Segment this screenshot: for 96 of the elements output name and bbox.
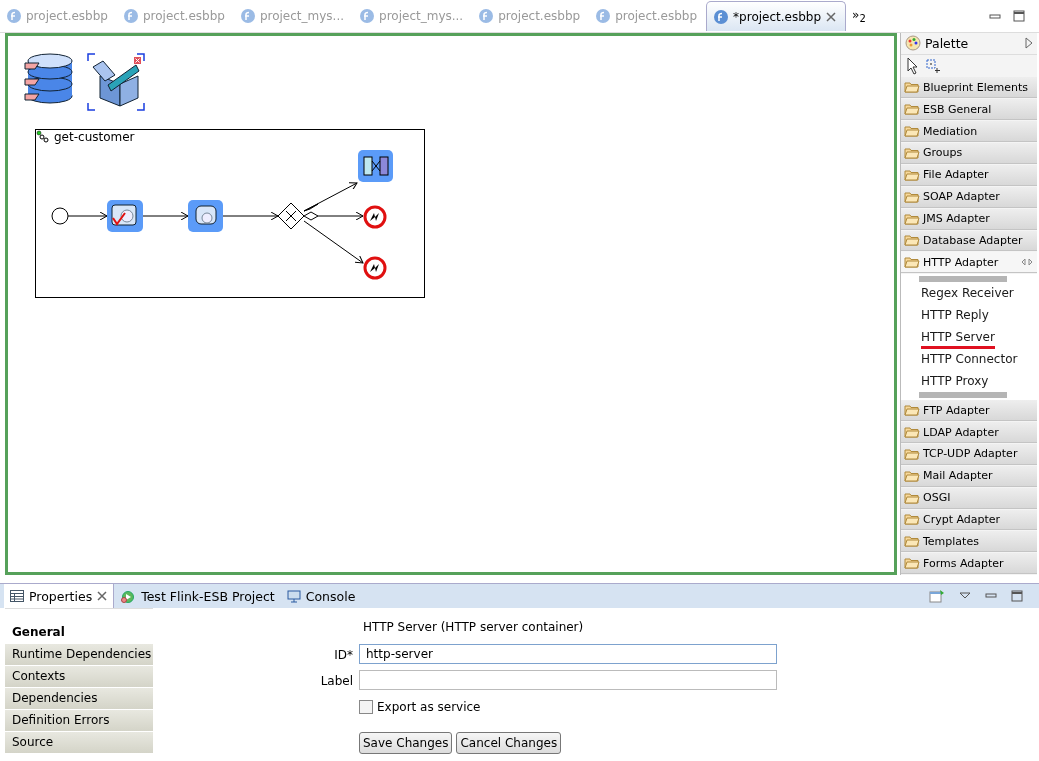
palette-drawer[interactable]: SOAP Adapter [901, 186, 1037, 208]
pin-icon[interactable] [1021, 258, 1033, 267]
property-tab[interactable]: Runtime Dependencies [5, 644, 153, 665]
checkbox-label: Export as service [377, 700, 481, 714]
folder-icon [904, 557, 920, 570]
field-label: Label [319, 673, 353, 690]
editor-tab[interactable]: *project.esbbp [706, 1, 847, 31]
flow-arrow [222, 211, 279, 221]
maximize-icon[interactable] [1011, 590, 1023, 602]
input-field[interactable] [359, 670, 777, 690]
folder-icon [904, 469, 920, 482]
transformer-node [358, 150, 393, 182]
palette-drawer[interactable]: Mail Adapter [901, 465, 1037, 487]
file-icon [714, 9, 729, 24]
delete-marker-icon [134, 57, 141, 64]
start-event [51, 207, 69, 225]
property-tab[interactable]: Definition Errors [5, 710, 153, 731]
folder-icon [904, 491, 920, 504]
file-icon [479, 9, 494, 23]
section-title: HTTP Server (HTTP server container) [362, 619, 585, 636]
palette-drawer[interactable]: Database Adapter [901, 230, 1037, 252]
selection-handles [87, 53, 145, 111]
palette-drawer[interactable]: File Adapter [901, 164, 1037, 186]
folder-icon [904, 212, 920, 225]
folder-icon [904, 81, 920, 94]
database-query-node [188, 200, 223, 232]
table-icon [10, 590, 24, 602]
file-icon [360, 9, 375, 23]
palette-title: Palette [925, 35, 969, 51]
folder-icon [904, 147, 920, 159]
new-window-icon[interactable] [929, 589, 945, 603]
palette-item[interactable]: HTTP Reply [921, 306, 989, 325]
minimize-icon[interactable] [985, 592, 997, 600]
folder-icon [904, 513, 920, 526]
flow-arrow [142, 211, 189, 221]
view-tab[interactable]: Test Flink-ESB Project [114, 584, 281, 608]
action-button[interactable]: Cancel Changes [456, 732, 562, 754]
folder-icon [904, 103, 920, 116]
palette-drawer[interactable]: JMS Adapter [901, 208, 1037, 230]
palette-item[interactable]: Regex Receiver [921, 284, 1014, 303]
gateway-diamond [277, 202, 305, 230]
file-icon [240, 9, 255, 23]
property-tab[interactable]: Dependencies [5, 688, 153, 709]
error-end-icon [363, 256, 387, 280]
view-tab[interactable]: Properties [4, 584, 115, 608]
route-icon [36, 130, 49, 143]
palette-drawer[interactable]: ESB General [901, 99, 1037, 121]
palette-drawer[interactable]: Forms Adapter [901, 553, 1037, 575]
folder-icon [904, 168, 920, 181]
palette-item[interactable]: HTTP Proxy [921, 372, 989, 391]
palette-drawer[interactable]: Blueprint Elements [901, 77, 1037, 99]
close-icon[interactable] [97, 591, 108, 601]
file-icon [7, 9, 21, 23]
group-title: get-customer [54, 130, 135, 144]
field-label: ID* [333, 647, 353, 664]
folder-icon [904, 535, 920, 548]
folder-icon [904, 447, 920, 460]
error-end-icon [363, 205, 387, 229]
close-icon[interactable] [826, 11, 837, 22]
palette-drawer[interactable]: LDAP Adapter [901, 422, 1037, 443]
folder-icon [904, 125, 920, 138]
database-icon [24, 53, 73, 104]
palette-drawer[interactable]: Mediation [901, 121, 1037, 143]
folder-icon [904, 426, 920, 438]
action-button[interactable]: Save Changes [359, 732, 453, 754]
collapse-triangle-icon[interactable] [1025, 37, 1033, 50]
palette-drawer[interactable]: TCP-UDP Adapter [901, 443, 1037, 465]
folder-icon [904, 190, 920, 203]
open-box-icon [92, 60, 140, 107]
monitor-icon [286, 589, 301, 603]
view-menu-icon[interactable] [959, 592, 971, 600]
maximize-icon[interactable] [1013, 10, 1025, 22]
file-icon [596, 9, 611, 23]
folder-icon [904, 404, 920, 417]
validator-node [107, 200, 143, 232]
file-icon [123, 9, 138, 23]
view-tab[interactable]: Console [280, 584, 362, 608]
palette-item[interactable]: HTTP Connector [921, 350, 1018, 369]
palette-icon [905, 35, 921, 52]
input-field[interactable]: http-server [359, 644, 777, 664]
property-tab[interactable]: Contexts [5, 666, 153, 687]
folder-icon [904, 234, 920, 247]
palette-drawer[interactable]: FTP Adapter [901, 400, 1037, 422]
palette-drawer[interactable]: Templates [901, 531, 1037, 553]
palette-item[interactable]: HTTP Server [921, 328, 995, 350]
palette-drawer[interactable]: Groups [901, 143, 1037, 164]
scroll-up-button[interactable] [919, 276, 1007, 283]
palette-drawer[interactable]: OSGI [901, 487, 1037, 509]
property-tab[interactable]: Source [5, 732, 153, 753]
palette-drawer[interactable]: Crypt Adapter [901, 509, 1037, 531]
folder-icon [904, 256, 920, 269]
more-tabs-indicator[interactable]: »$_{2}$ [852, 7, 866, 25]
test-run-icon [120, 589, 137, 603]
flow-arrow [67, 211, 108, 221]
checkbox[interactable] [359, 700, 373, 714]
scroll-down-button[interactable] [919, 392, 1007, 399]
